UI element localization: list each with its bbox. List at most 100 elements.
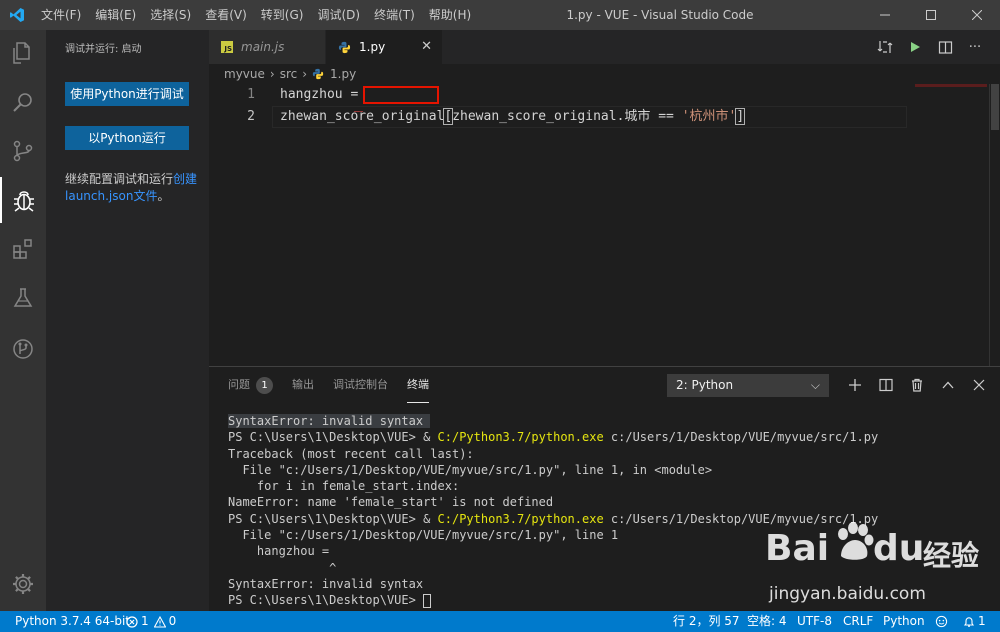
debug-with-python-button[interactable]: 使用Python进行调试: [65, 82, 189, 106]
python-interpreter[interactable]: Python 3.7.4 64-bit: [15, 611, 130, 632]
terminal-text: PS C:\Users\1\Desktop\VUE> &: [228, 511, 438, 526]
problems-count-badge: 1: [256, 376, 273, 394]
chevron-right-icon: ›: [269, 67, 275, 81]
launch-config-hint: 继续配置调试和运行创建launch.json文件。: [65, 171, 200, 205]
bell-icon: [963, 616, 975, 627]
compare-changes-icon[interactable]: [870, 30, 900, 64]
terminal-text: SyntaxError: invalid syntax: [228, 414, 431, 428]
code-token-string: '杭州市': [681, 109, 737, 124]
tab-main-js[interactable]: JS main.js: [209, 30, 325, 64]
watermark-url: jingyan.baidu.com: [769, 584, 926, 604]
editor-tabs: JS main.js 1.py ✕ ···: [209, 30, 1000, 64]
extensions-icon[interactable]: [0, 226, 46, 272]
launch-hint-suffix: 。: [157, 189, 170, 203]
new-terminal-icon[interactable]: [839, 367, 870, 403]
problems-status[interactable]: 1 0: [126, 611, 176, 632]
menu-help[interactable]: 帮助(H): [422, 0, 478, 30]
menu-bar: 文件(F) 编辑(E) 选择(S) 查看(V) 转到(G) 调试(D) 终端(T…: [34, 0, 478, 30]
terminal-line: NameError: name 'female_start' is not de…: [228, 495, 554, 510]
menu-go[interactable]: 转到(G): [254, 0, 311, 30]
source-control-icon[interactable]: [0, 128, 46, 174]
code-token: zhewan_score_original.城市 ==: [452, 109, 682, 124]
activity-bar: [0, 30, 46, 611]
maximize-button[interactable]: [908, 0, 954, 30]
menu-terminal[interactable]: 终端(T): [367, 0, 422, 30]
close-window-button[interactable]: [954, 0, 1000, 30]
terminal-line: File "c:/Users/1/Desktop/VUE/myvue/src/1…: [228, 462, 713, 477]
warning-count: 0: [168, 614, 177, 628]
line-content: zhewan_score_original[zhewan_score_origi…: [280, 106, 746, 128]
panel-tabs: 问题 1 输出 调试控制台 终端: [209, 367, 429, 403]
minimap-error-marker: [915, 84, 987, 87]
search-icon[interactable]: [0, 79, 46, 125]
baidu-paw-logo: [838, 522, 874, 560]
debug-sidebar: 调试并运行: 启动 使用Python进行调试 以Python运行 继续配置调试和…: [46, 30, 209, 611]
run-with-python-button[interactable]: 以Python运行: [65, 126, 189, 150]
terminal-text: PS C:\Users\1\Desktop\VUE> &: [228, 430, 438, 445]
tab-debug-console[interactable]: 调试控制台: [333, 367, 388, 403]
window-controls: [862, 0, 1000, 30]
tab-problems[interactable]: 问题 1: [228, 367, 273, 403]
menu-edit[interactable]: 编辑(E): [88, 0, 143, 30]
file-encoding[interactable]: UTF-8: [797, 611, 832, 632]
notification-count: 1: [978, 614, 986, 628]
end-of-line[interactable]: CRLF: [843, 611, 873, 632]
scrollbar-thumb[interactable]: [991, 84, 999, 130]
menu-selection[interactable]: 选择(S): [143, 0, 198, 30]
close-tab-icon[interactable]: ✕: [421, 39, 432, 54]
menu-file[interactable]: 文件(F): [34, 0, 88, 30]
breadcrumb-item[interactable]: myvue: [224, 67, 265, 81]
menu-debug[interactable]: 调试(D): [310, 0, 367, 30]
watermark-brand-2: du: [873, 528, 925, 569]
error-icon: [126, 615, 138, 628]
terminal-line: SyntaxError: invalid syntax: [228, 413, 988, 429]
notifications[interactable]: 1: [963, 611, 986, 632]
status-bar: Python 3.7.4 64-bit 1 0 行 2，列 57 空格: 4 U…: [0, 611, 1000, 632]
cursor-position[interactable]: 行 2，列 57: [673, 611, 740, 632]
error-count: 1: [141, 614, 149, 628]
panel-actions: [839, 367, 994, 403]
vscode-logo-icon: [0, 0, 34, 30]
terminal-text: c:/Users/1/Desktop/VUE/myvue/src/1.py: [603, 430, 879, 445]
code-line-1: 1 hangzhou = ﹏: [209, 84, 909, 114]
language-mode[interactable]: Python: [883, 611, 925, 632]
terminal-exe-path: C:/Python3.7/python.exe: [437, 511, 604, 526]
settings-gear-icon[interactable]: [0, 561, 46, 607]
editor-actions: ···: [870, 30, 990, 64]
tab-1-py[interactable]: 1.py ✕: [326, 30, 442, 64]
close-panel-icon[interactable]: [963, 367, 994, 403]
code-editor[interactable]: 1 hangzhou = ﹏ 2 zhewan_score_original[z…: [209, 84, 999, 366]
feedback-icon[interactable]: [935, 611, 948, 632]
remote-icon[interactable]: [0, 326, 46, 372]
terminal-select[interactable]: 2: Python ⌵: [667, 374, 829, 397]
chevron-right-icon: ›: [302, 67, 308, 81]
terminal-exe-path: C:/Python3.7/python.exe: [437, 430, 604, 445]
tab-label: 问题: [228, 378, 250, 391]
minimize-button[interactable]: [862, 0, 908, 30]
trash-icon[interactable]: [901, 367, 932, 403]
line-number: 1: [247, 87, 255, 102]
code-line-2: 2 zhewan_score_original[zhewan_score_ori…: [209, 106, 909, 128]
sidebar-title: 调试并运行: 启动: [65, 44, 142, 55]
menu-view[interactable]: 查看(V): [198, 0, 254, 30]
explorer-icon[interactable]: [0, 30, 46, 76]
more-actions-icon[interactable]: ···: [960, 30, 990, 64]
debug-icon[interactable]: [0, 177, 46, 223]
indentation[interactable]: 空格: 4: [747, 611, 787, 632]
breadcrumb-item[interactable]: 1.py: [330, 67, 356, 81]
tab-terminal[interactable]: 终端: [407, 367, 429, 403]
testing-flask-icon[interactable]: [0, 275, 46, 321]
maximize-panel-icon[interactable]: [932, 367, 963, 403]
tab-label: 1.py: [359, 40, 386, 54]
chevron-down-icon: ⌵: [810, 378, 820, 392]
split-terminal-icon[interactable]: [870, 367, 901, 403]
window-title: 1.py - VUE - Visual Studio Code: [566, 8, 754, 22]
split-editor-icon[interactable]: [930, 30, 960, 64]
breadcrumb-item[interactable]: src: [280, 67, 298, 81]
tab-label: main.js: [241, 40, 285, 54]
run-file-icon[interactable]: [900, 30, 930, 64]
python-file-icon: [312, 68, 324, 80]
tab-output[interactable]: 输出: [292, 367, 314, 403]
baidu-jingyan-watermark: Bai du 经验 jingyan.baidu.com: [765, 520, 995, 610]
launch-hint-text: 继续配置调试和运行: [65, 172, 174, 186]
